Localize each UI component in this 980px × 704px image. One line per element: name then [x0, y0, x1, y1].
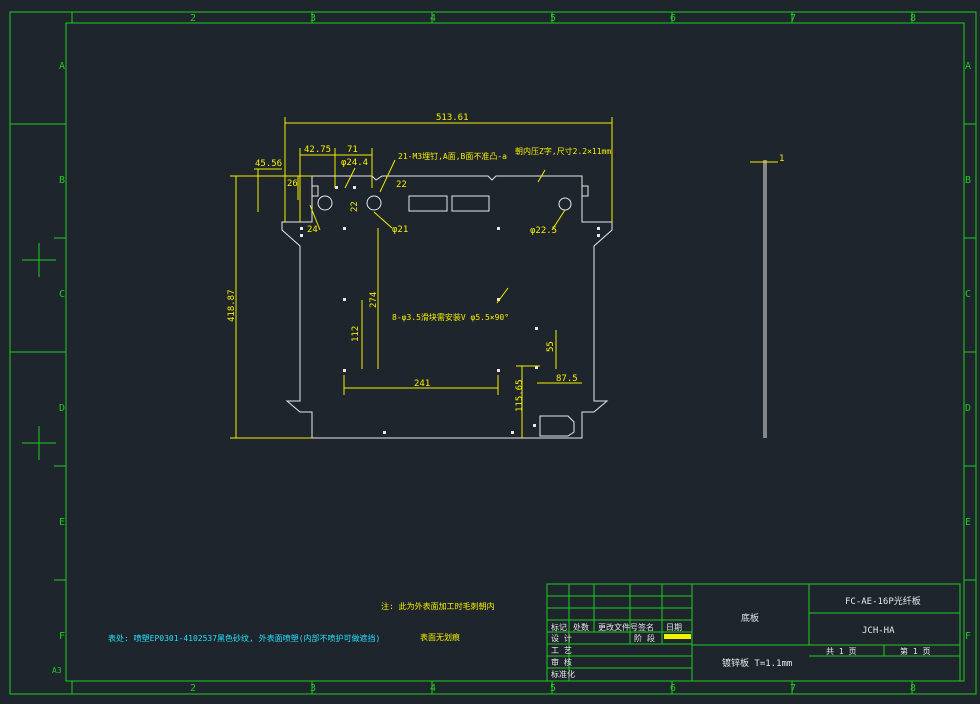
row-label-d: D: [59, 403, 65, 414]
row-label-c-right: C: [965, 289, 971, 300]
fiber-hole-2: [366, 195, 382, 211]
row-label-b: B: [59, 175, 65, 186]
dim-26: 26: [287, 179, 298, 189]
dim-22-b: 22: [350, 201, 360, 212]
row-label-e-right: E: [965, 517, 971, 528]
svg-text:阶 段: 阶 段: [634, 633, 655, 643]
svg-text:审 核: 审 核: [551, 657, 572, 667]
dim-side-thickness: 1: [779, 154, 784, 164]
dim-24: 24: [307, 225, 318, 235]
dim-22-a: 22: [396, 180, 407, 190]
dim-phi-24-4: φ24.4: [341, 158, 368, 168]
svg-text:工 艺: 工 艺: [551, 646, 572, 655]
dim-87-5: 87.5: [556, 374, 578, 384]
dim-55: 55: [546, 341, 556, 352]
cad-drawing-canvas: 2 3 4 5 6 7 8 2 3 4 5 6 7 8 A B C D E F …: [9, 11, 977, 695]
dim-overall-height: 418.87: [227, 289, 237, 322]
note-no-scratch: 表面无划痕: [420, 632, 460, 642]
inner-border: [65, 22, 965, 682]
col-label-6: 6: [670, 13, 676, 24]
dim-45-56: 45.56: [255, 159, 282, 169]
fiber-hole-1: [317, 195, 333, 211]
material-label: 底板: [741, 612, 759, 624]
dim-71: 71: [347, 145, 358, 155]
fiber-hole-3: [558, 197, 572, 211]
note-burr: 注: 此为外表面加工时毛刺朝内: [381, 601, 495, 611]
notch-left: [312, 185, 319, 197]
svg-text:设 计: 设 计: [551, 633, 572, 643]
col-label-8-bottom: 8: [910, 683, 916, 694]
row-label-a-right: A: [965, 61, 971, 72]
drawing-title: FC-AE-16P光纤板: [845, 595, 921, 607]
svg-text:标记: 标记: [551, 622, 567, 632]
dim-phi-22-5: φ22.5: [530, 226, 557, 236]
bottom-slot: [539, 415, 575, 437]
sheet-size-label: A3: [52, 666, 62, 675]
col-label-8: 8: [910, 13, 916, 24]
sheet-total: 共 1 页: [826, 647, 856, 656]
col-label-4-bottom: 4: [430, 683, 436, 694]
row-label-f: F: [59, 631, 65, 642]
col-label-5: 5: [550, 13, 556, 24]
connector-cutout-1: [408, 195, 448, 212]
col-label-7: 7: [790, 13, 796, 24]
drawing-sheet: 2 3 4 5 6 7 8 2 3 4 5 6 7 8 A B C D E F …: [0, 0, 980, 700]
title-block: 标记 处数 更改文件号 签名 日期 设 计 工 艺 审 核 标准化 阶 段 底板…: [546, 583, 961, 682]
row-label-e: E: [59, 517, 65, 528]
note-surface-finish: 表处: 喷塑EP0301-4102537黑色砂纹, 外表面喷塑(内部不喷护可做遮…: [108, 633, 380, 643]
col-label-3-bottom: 3: [310, 683, 316, 694]
outer-border: [9, 11, 977, 695]
svg-text:更改文件号: 更改文件号: [598, 622, 638, 632]
row-label-c: C: [59, 289, 65, 300]
row-label-b-right: B: [965, 175, 971, 186]
col-label-6-bottom: 6: [670, 683, 676, 694]
col-label-2-bottom: 2: [190, 683, 196, 694]
dim-phi-21: φ21: [392, 225, 408, 235]
col-label-4: 4: [430, 13, 436, 24]
dim-241: 241: [414, 379, 430, 389]
connector-cutout-2: [451, 195, 490, 212]
stage-mark: [664, 634, 691, 639]
svg-text:日期: 日期: [666, 623, 682, 632]
drawing-notes: 21-M3埋钉,A面,B面不准凸-a 朝内压Z字,尺寸2.2×11mm 8-φ3…: [108, 146, 611, 643]
drawing-number: JCH-HA: [862, 626, 895, 636]
note-m3-studs: 21-M3埋钉,A面,B面不准凸-a: [398, 151, 507, 161]
row-label-d-right: D: [965, 403, 971, 414]
dim-115-65: 115.65: [515, 379, 525, 412]
material-spec: 镀锌板 T=1.1mm: [722, 657, 792, 669]
dim-274: 274: [369, 292, 379, 308]
row-label-a: A: [59, 61, 65, 72]
row-label-f-right: F: [965, 631, 971, 642]
drawing-frame: 2 3 4 5 6 7 8 2 3 4 5 6 7 8 A B C D E F …: [9, 11, 977, 695]
note-stud-press: 朝内压Z字,尺寸2.2×11mm: [515, 146, 611, 156]
col-label-5-bottom: 5: [550, 683, 556, 694]
svg-text:签名: 签名: [638, 622, 654, 632]
svg-text:标准化: 标准化: [551, 669, 575, 679]
dim-42-75: 42.75: [304, 145, 331, 155]
pem-markers: [300, 186, 600, 434]
sheet-index: 第 1 页: [900, 646, 930, 656]
note-holes: 8-φ3.5滑块需安装V φ5.5×90°: [392, 312, 509, 322]
col-label-3: 3: [310, 13, 316, 24]
dim-overall-width: 513.61: [436, 113, 469, 123]
dim-112: 112: [351, 326, 361, 342]
dimension-lines: [230, 117, 778, 439]
notch-right: [582, 185, 589, 197]
col-label-7-bottom: 7: [790, 683, 796, 694]
base-plate-outline: [281, 175, 613, 439]
svg-text:处数: 处数: [573, 622, 589, 632]
col-label-2: 2: [190, 13, 196, 24]
